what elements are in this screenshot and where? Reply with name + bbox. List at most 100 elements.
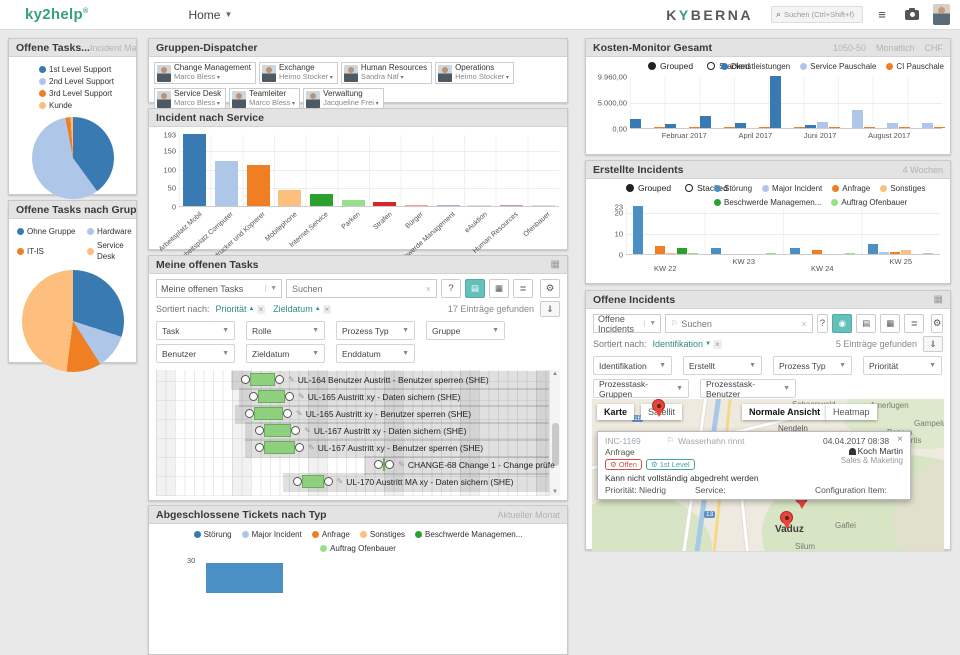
filter-prozess-typ[interactable]: Prozess Typ▼ <box>336 321 415 340</box>
task-end-handle[interactable] <box>324 477 333 486</box>
view-select[interactable]: Meine offenen Tasks▼ <box>156 279 282 298</box>
bar-ci-pauschale[interactable] <box>829 127 840 129</box>
task-bar[interactable] <box>254 407 283 420</box>
legend-item[interactable]: 1st Level Support <box>39 64 136 75</box>
bar-ci-pauschale[interactable] <box>934 127 945 129</box>
legend-item[interactable]: Ohne Gruppe <box>17 226 77 237</box>
map-control-karte[interactable]: Karte <box>597 404 634 420</box>
bar-auftrag-ofenbauer[interactable] <box>845 253 855 255</box>
filter-benutzer[interactable]: Benutzer▼ <box>156 344 235 363</box>
view-button-table[interactable]: ▦ <box>880 314 900 333</box>
task-end-handle[interactable] <box>295 443 304 452</box>
filter-priorit-t[interactable]: Priorität▼ <box>863 356 942 375</box>
user-avatar[interactable] <box>933 4 950 25</box>
global-search-input[interactable]: ⌕Suchen (Ctrl+Shift+f) <box>771 6 863 23</box>
edit-pencil-icon[interactable]: ✎ <box>398 460 405 469</box>
home-menu[interactable]: Home▼ <box>188 8 232 22</box>
dispatcher-chip[interactable]: Human ResourcesSandra Näf ▾ <box>341 62 432 84</box>
task-start-handle[interactable] <box>374 460 383 469</box>
search-input[interactable] <box>292 284 423 294</box>
map-view-normale-ansicht[interactable]: Normale Ansicht <box>742 404 827 420</box>
download-button[interactable]: ⇓ <box>923 336 943 352</box>
legend-item[interactable]: Major Incident <box>242 529 302 540</box>
task-bar[interactable] <box>258 390 285 403</box>
scroll-up-arrow[interactable]: ▲ <box>550 371 560 377</box>
task-start-handle[interactable] <box>245 409 254 418</box>
grid-icon[interactable]: ▦ <box>934 294 943 305</box>
task-end-handle[interactable] <box>275 375 284 384</box>
view-button-table[interactable]: ▦ <box>489 279 509 298</box>
dispatcher-chip[interactable]: Change ManagementMarco Bless ▾ <box>154 62 256 84</box>
legend-item[interactable]: Anfrage <box>832 183 870 194</box>
help-button[interactable]: ? <box>441 279 461 298</box>
bar-ofenbauer[interactable] <box>532 205 555 206</box>
task-start-handle[interactable] <box>241 375 250 384</box>
remove-sort-icon[interactable]: × <box>257 305 266 314</box>
bar-internet-service[interactable] <box>310 194 333 206</box>
task-bar[interactable] <box>383 458 385 471</box>
bar-dienstleistungen[interactable] <box>805 125 816 128</box>
bar-ci-pauschale[interactable] <box>689 127 700 129</box>
task-bar[interactable] <box>250 373 275 386</box>
close-icon[interactable]: × <box>897 436 903 444</box>
bar-sonstiges[interactable] <box>666 253 676 255</box>
bar-dienstleistungen[interactable] <box>700 116 711 128</box>
legend-item[interactable]: Sonstiges <box>360 529 405 540</box>
legend-item[interactable]: Störung <box>194 529 232 540</box>
sort-tag-zieldatum[interactable]: Zieldatum▲× <box>273 304 331 314</box>
legend-item[interactable]: Anfrage <box>312 529 350 540</box>
task-end-handle[interactable] <box>285 392 294 401</box>
bar-ci-pauschale[interactable] <box>724 127 735 129</box>
bar-service-pauschale[interactable] <box>852 110 863 128</box>
bar-eauktion[interactable] <box>468 205 491 206</box>
bar-farbdrucker-und-kopierer[interactable] <box>247 165 270 206</box>
offene-tasks-pie-chart[interactable] <box>32 117 114 199</box>
ky2help-logo[interactable]: ky2help® <box>25 6 88 23</box>
bar-auftrag-ofenbauer[interactable] <box>688 253 698 255</box>
remove-sort-icon[interactable]: × <box>713 340 722 349</box>
scroll-down-arrow[interactable]: ▼ <box>550 489 560 495</box>
screenshot-camera-icon[interactable] <box>901 6 923 24</box>
bar-human-resources[interactable] <box>500 205 523 206</box>
edit-pencil-icon[interactable]: ✎ <box>337 477 344 486</box>
task-start-handle[interactable] <box>293 477 302 486</box>
map-marker-pin[interactable] <box>780 511 793 524</box>
bar-beschwerde-managemen-[interactable] <box>677 248 687 254</box>
map-view-heatmap[interactable]: Heatmap <box>826 404 877 420</box>
help-button[interactable]: ? <box>817 314 829 333</box>
mode-radio-grouped[interactable]: Grouped <box>626 183 671 193</box>
offene-tasks-gruppe-pie-chart[interactable] <box>22 270 124 372</box>
legend-item[interactable]: Störung <box>714 183 752 194</box>
bar-mobilephone[interactable] <box>278 190 301 206</box>
edit-pencil-icon[interactable]: ✎ <box>298 392 305 401</box>
vertical-scrollbar[interactable]: ▲ ▼ <box>549 370 560 496</box>
bar-ci-pauschale[interactable] <box>759 127 770 129</box>
partial-bar[interactable] <box>206 563 283 593</box>
bar-service-pauschale[interactable] <box>887 123 898 128</box>
view-button-list[interactable]: ≣ <box>904 314 924 333</box>
dispatcher-chip[interactable]: OperationsHeimo Stocker ▾ <box>435 62 514 84</box>
bar-st-rung[interactable] <box>790 248 800 254</box>
legend-item[interactable]: Sonstiges <box>880 183 925 194</box>
bar-st-rung[interactable] <box>868 244 878 254</box>
dispatcher-chip[interactable]: VerwaltungJacqueline Frei ▾ <box>303 88 384 110</box>
clear-search-icon[interactable]: × <box>801 319 806 329</box>
legend-item[interactable]: Service Desk <box>87 240 143 262</box>
filter-identifikation[interactable]: Identifikation▼ <box>593 356 672 375</box>
task-bar[interactable] <box>302 475 323 488</box>
task-end-handle[interactable] <box>385 460 394 469</box>
bar-auftrag-ofenbauer[interactable] <box>923 253 933 255</box>
view-button-calendar[interactable]: ▤ <box>856 314 876 333</box>
view-button-list[interactable]: ≣ <box>513 279 533 298</box>
dispatcher-chip[interactable]: ExchangeHeimo Stocker ▾ <box>259 62 338 84</box>
legend-item[interactable]: CI Pauschale <box>886 61 944 72</box>
filter-rolle[interactable]: Rolle▼ <box>246 321 325 340</box>
bar-auftrag-ofenbauer[interactable] <box>766 253 776 255</box>
bar-arbeitsplatz-computer[interactable] <box>215 161 238 207</box>
task-start-handle[interactable] <box>255 426 264 435</box>
bar-major-incident[interactable] <box>879 252 889 254</box>
dispatcher-chip[interactable]: Service DeskMarco Bless ▾ <box>154 88 226 110</box>
clear-search-icon[interactable]: × <box>426 284 431 294</box>
bar-ci-pauschale[interactable] <box>899 127 910 129</box>
bar-st-rung[interactable] <box>633 206 643 254</box>
